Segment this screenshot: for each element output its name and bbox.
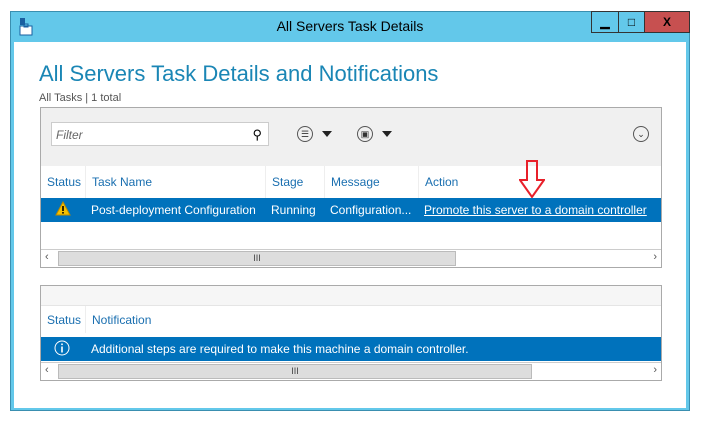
task-message: Configuration...	[330, 203, 412, 217]
notifications-hscrollbar[interactable]: ‹ III ›	[41, 362, 661, 380]
warning-icon	[41, 200, 85, 219]
save-icon[interactable]: ▣	[357, 126, 373, 142]
info-icon	[41, 340, 85, 359]
search-icon[interactable]: ⚲	[252, 127, 262, 143]
list-view-icon[interactable]: ☰	[297, 126, 313, 142]
task-name: Post-deployment Configuration	[91, 203, 256, 217]
notifications-toolbar	[41, 286, 661, 306]
table-row[interactable]: Post-deployment Configuration Running Co…	[41, 198, 661, 222]
tasks-hscrollbar[interactable]: ‹ III ›	[41, 249, 661, 267]
chevron-down-icon[interactable]	[382, 131, 392, 137]
col-status[interactable]: Status	[41, 166, 85, 198]
col-notification[interactable]: Notification	[85, 306, 661, 333]
scroll-left-icon[interactable]: ‹	[45, 251, 49, 263]
scroll-thumb[interactable]: III	[58, 251, 456, 266]
maximize-button[interactable]: □	[618, 11, 645, 33]
annotation-arrow-icon	[519, 160, 545, 198]
scroll-thumb[interactable]: III	[58, 364, 532, 379]
notification-text: Additional steps are required to make th…	[91, 342, 469, 356]
window-title: All Servers Task Details	[276, 18, 424, 34]
notification-row[interactable]: Additional steps are required to make th…	[41, 337, 661, 361]
promote-dc-link[interactable]: Promote this server to a domain controll…	[424, 203, 647, 217]
tasks-header: Status Task Name Stage Message Action	[41, 166, 661, 198]
col-status[interactable]: Status	[41, 306, 85, 333]
scroll-right-icon[interactable]: ›	[653, 251, 657, 263]
task-count: All Tasks | 1 total	[39, 92, 122, 104]
col-stage[interactable]: Stage	[265, 166, 324, 198]
scroll-right-icon[interactable]: ›	[653, 364, 657, 376]
expand-icon[interactable]: ⌄	[633, 126, 649, 142]
tasks-panel: Filter ⚲ ☰ ▣ ⌄ Status Task Name Stage Mes…	[40, 107, 662, 268]
task-stage: Running	[271, 203, 316, 217]
chevron-down-icon[interactable]	[322, 131, 332, 137]
page-title: All Servers Task Details and Notificatio…	[39, 61, 439, 86]
filter-input[interactable]: Filter ⚲	[51, 122, 269, 146]
client-area: All Servers Task Details and Notificatio…	[14, 42, 686, 408]
col-message[interactable]: Message	[324, 166, 418, 198]
title-bar[interactable]: All Servers Task Details ▁ □ X	[11, 11, 690, 42]
filter-placeholder: Filter	[56, 128, 83, 142]
task-details-window: All Servers Task Details ▁ □ X All Serve…	[10, 11, 690, 411]
minimize-button[interactable]: ▁	[591, 11, 619, 33]
close-button[interactable]: X	[644, 11, 690, 33]
tasks-toolbar: Filter ⚲ ☰ ▣ ⌄	[41, 108, 661, 166]
col-task-name[interactable]: Task Name	[85, 166, 265, 198]
scroll-left-icon[interactable]: ‹	[45, 364, 49, 376]
notifications-panel: Status Notification Additional steps are…	[40, 285, 662, 381]
notifications-header: Status Notification	[41, 306, 661, 333]
